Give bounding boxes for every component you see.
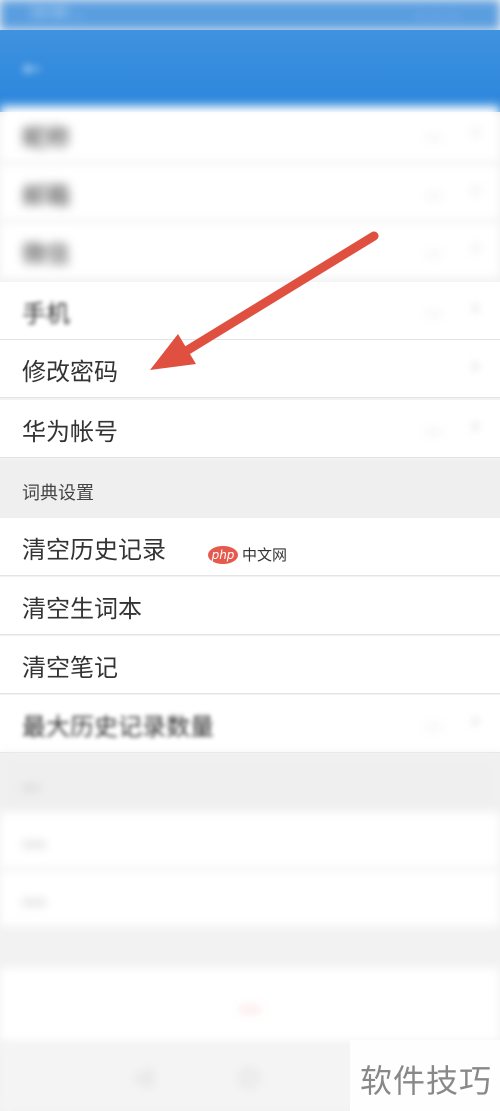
status-bar: 14:30 ... ... ... ... xyxy=(0,0,500,30)
nav-home-icon[interactable]: ○ xyxy=(236,1065,262,1091)
row-label: 修改密码 xyxy=(22,358,118,386)
nav-back-icon[interactable]: ◁ xyxy=(130,1065,156,1091)
row-label: 华为帐号 xyxy=(22,418,118,446)
row-label: 手机 xyxy=(22,300,70,328)
row-label: 清空生词本 xyxy=(22,595,142,623)
row-label: 最大历史记录数量 xyxy=(22,713,214,741)
row-value: … xyxy=(426,124,442,143)
chevron-right-icon: › xyxy=(471,120,480,145)
row-value: … xyxy=(426,300,442,319)
chevron-right-icon: › xyxy=(471,709,480,734)
row-value: … xyxy=(426,182,442,201)
row-value: … xyxy=(426,713,442,732)
chevron-right-icon: › xyxy=(471,178,480,203)
chevron-right-icon: › xyxy=(471,236,480,261)
section-header-dictionary: 词典设置 xyxy=(0,460,500,518)
settings-row-phone[interactable]: 手机 … › xyxy=(0,282,500,340)
row-label: 清空历史记录 xyxy=(22,536,166,564)
row-label: 邮箱 xyxy=(22,182,70,210)
row-label: 昵称 xyxy=(22,124,70,152)
section-title: … xyxy=(22,773,40,794)
settings-row-other-2[interactable]: … xyxy=(0,870,500,928)
back-arrow-icon[interactable]: ← xyxy=(18,56,46,84)
settings-row-clear-notes[interactable]: 清空笔记 xyxy=(0,636,500,694)
settings-row-max-history[interactable]: 最大历史记录数量 … › xyxy=(0,695,500,753)
tips-watermark: 软件技巧 xyxy=(350,1040,500,1111)
tips-watermark-text: 软件技巧 xyxy=(359,1062,492,1100)
settings-row-other-1[interactable]: … xyxy=(0,812,500,870)
row-value: … xyxy=(426,418,442,437)
settings-row-huawei-account[interactable]: 华为帐号 … › xyxy=(0,400,500,458)
section-title: 词典设置 xyxy=(22,483,94,504)
chevron-right-icon: › xyxy=(471,414,480,439)
php-logo: php xyxy=(208,545,238,564)
settings-row-nickname[interactable]: 昵称 … › xyxy=(0,106,500,164)
chevron-right-icon: › xyxy=(471,354,480,379)
logout-label: … xyxy=(239,992,261,1017)
row-value: … xyxy=(426,240,442,259)
chevron-right-icon: › xyxy=(471,296,480,321)
section-header-other: … xyxy=(0,754,500,812)
php-watermark-text: 中文网 xyxy=(242,546,288,564)
row-label: … xyxy=(22,882,46,910)
logout-button[interactable]: … xyxy=(0,968,500,1043)
status-indicators: ... ... ... xyxy=(414,6,460,21)
settings-row-wechat[interactable]: 微信 … › xyxy=(0,222,500,280)
status-time: 14:30 ... xyxy=(30,6,84,21)
settings-row-email[interactable]: 邮箱 … › xyxy=(0,164,500,222)
php-watermark: php 中文网 xyxy=(208,544,287,565)
row-label: 清空笔记 xyxy=(22,654,118,682)
settings-row-clear-vocabulary[interactable]: 清空生词本 xyxy=(0,577,500,635)
settings-row-change-password[interactable]: 修改密码 › xyxy=(0,340,500,398)
row-label: … xyxy=(22,824,46,852)
row-label: 微信 xyxy=(22,240,70,268)
app-bar: ← xyxy=(0,30,500,112)
